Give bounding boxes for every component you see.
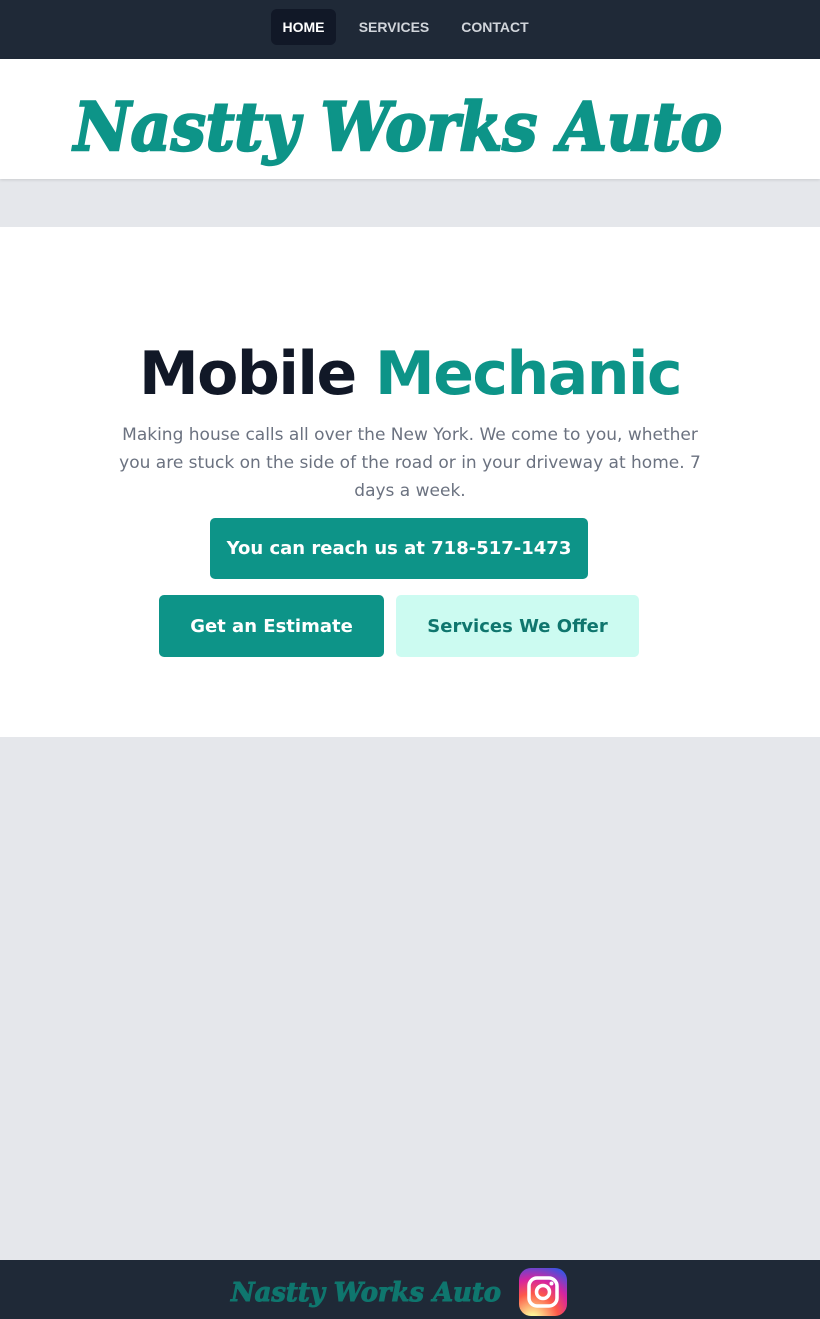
- nav-home[interactable]: HOME: [271, 9, 336, 45]
- hero-title: Mobile Mechanic: [0, 339, 820, 409]
- hero-section: Mobile Mechanic Making house calls all o…: [0, 227, 820, 737]
- hero-description: Making house calls all over the New York…: [119, 425, 701, 501]
- hero-title-main: Mobile: [138, 339, 357, 409]
- brand-header: Nastty Works Auto: [0, 59, 820, 179]
- nav-services[interactable]: SERVICES: [353, 9, 435, 45]
- footer-brand-text: Nastty Works Auto: [230, 1278, 501, 1308]
- hero-title-accent: Mechanic: [375, 339, 683, 409]
- brand-logo-text: Nastty Works Auto: [72, 88, 722, 166]
- call-phone-button[interactable]: You can reach us at 718-517-1473: [210, 518, 588, 579]
- nav-contact[interactable]: CONTACT: [452, 9, 538, 45]
- instagram-icon[interactable]: [519, 1268, 567, 1316]
- brand-logo[interactable]: Nastty Works Auto: [0, 59, 820, 179]
- footer: Nastty Works Auto: [0, 1260, 820, 1319]
- services-offer-button[interactable]: Services We Offer: [396, 595, 639, 657]
- footer-brand-logo: Nastty Works Auto: [230, 1278, 502, 1309]
- top-navigation: HOME SERVICES CONTACT: [0, 0, 820, 59]
- get-estimate-button[interactable]: Get an Estimate: [159, 595, 384, 657]
